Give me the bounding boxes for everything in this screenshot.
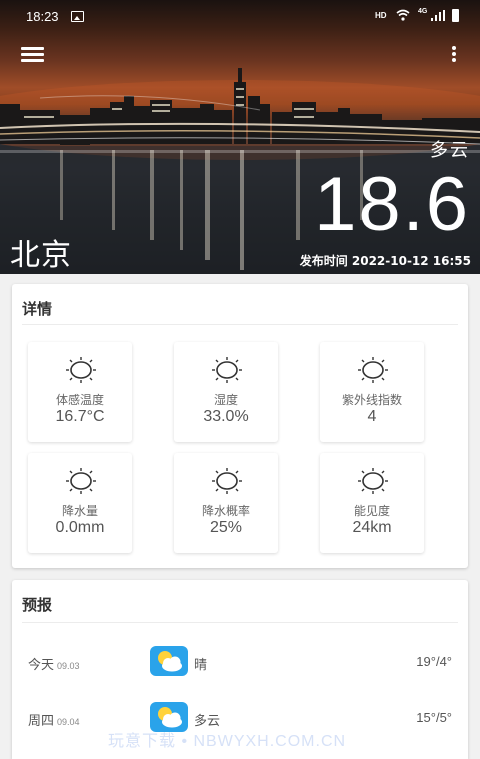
current-temperature: 18.6: [314, 162, 470, 247]
detail-label: 降水概率: [201, 504, 250, 518]
details-title: 详情: [22, 300, 53, 318]
detail-label: 紫外线指数: [341, 393, 402, 407]
detail-tile-precip-probability: 降水概率 25%: [174, 453, 278, 553]
details-card: 详情 体感温度 16.7°C 湿度 33.0% 紫外线指数 4 降水量 0.0m…: [12, 284, 468, 568]
detail-value: 24km: [352, 519, 392, 536]
sun-icon: [66, 468, 96, 494]
hd-indicator: HD: [375, 11, 387, 20]
detail-value: 0.0mm: [55, 519, 105, 536]
signal-icon: [431, 10, 445, 21]
forecast-day-label: 今天: [28, 658, 55, 673]
detail-label: 体感温度: [55, 393, 104, 407]
detail-tile-precipitation: 降水量 0.0mm: [28, 453, 132, 553]
forecast-date: 09.04: [57, 717, 80, 727]
sun-icon: [358, 468, 388, 494]
details-divider: [22, 324, 458, 325]
detail-value: 25%: [209, 519, 243, 536]
detail-label: 能见度: [353, 504, 390, 518]
forecast-day-label: 周四: [28, 714, 55, 729]
sun-icon: [358, 357, 388, 383]
battery-icon: [452, 9, 459, 22]
forecast-temp-range: 19°/4°: [416, 654, 452, 669]
current-condition: 多云: [430, 140, 470, 161]
detail-tile-visibility: 能见度 24km: [320, 453, 424, 553]
status-time: 18:23: [26, 9, 59, 24]
forecast-row[interactable]: 今天 09.03 晴 19°/4°: [12, 642, 468, 682]
detail-value: 16.7°C: [55, 408, 105, 425]
publish-time: 发布时间 2022-10-12 16:55: [299, 254, 471, 268]
forecast-temp-range: 15°/5°: [416, 710, 452, 725]
forecast-day: 周四 09.04: [28, 710, 80, 729]
partly-cloudy-icon: [150, 646, 188, 676]
sun-icon: [212, 468, 242, 494]
forecast-title: 预报: [22, 596, 53, 614]
forecast-divider: [22, 622, 458, 623]
detail-value: 33.0%: [203, 408, 249, 425]
sun-icon: [212, 357, 242, 383]
weather-hero: 18:23 HD 4G 多云 18.6 北京 发布时间 2022-10-12 1…: [0, 0, 480, 274]
more-vert-icon[interactable]: [446, 42, 462, 66]
network-type-indicator: 4G: [418, 8, 428, 15]
detail-tile-feels-like: 体感温度 16.7°C: [28, 342, 132, 442]
forecast-date: 09.03: [57, 661, 80, 671]
status-bar: 18:23 HD 4G: [0, 0, 480, 34]
sun-icon: [66, 357, 96, 383]
detail-tile-humidity: 湿度 33.0%: [174, 342, 278, 442]
watermark-text: 玩意下载 • NBWYXH.COM.CN: [108, 733, 347, 750]
image-icon: [71, 11, 84, 22]
detail-tile-uv-index: 紫外线指数 4: [320, 342, 424, 442]
forecast-condition: 晴: [194, 658, 208, 673]
city-name: 北京: [10, 238, 72, 273]
detail-label: 降水量: [61, 504, 98, 518]
wifi-icon: [396, 9, 410, 21]
detail-value: 4: [367, 408, 377, 425]
forecast-day: 今天 09.03: [28, 654, 80, 673]
hamburger-menu-icon[interactable]: [20, 44, 46, 64]
detail-label: 湿度: [213, 393, 238, 407]
